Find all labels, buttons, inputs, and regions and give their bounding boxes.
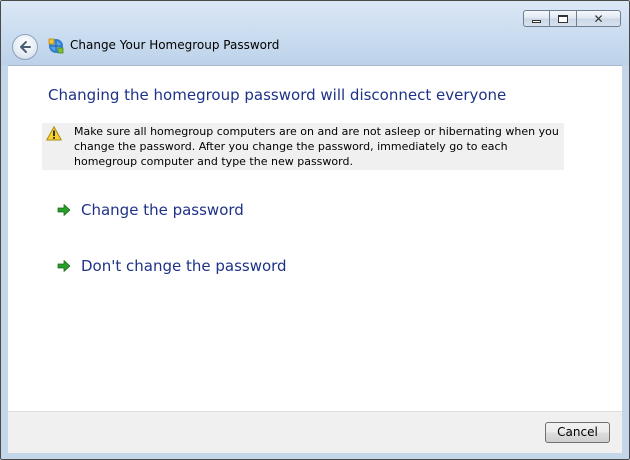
content-area: Changing the homegroup password will dis… (8, 65, 622, 412)
green-arrow-icon (57, 204, 71, 216)
homegroup-icon (48, 38, 64, 54)
dialog-footer: Cancel (8, 411, 622, 453)
dialog-window: ✕ Change Your Homegroup Password Changin… (0, 0, 630, 460)
maximize-icon (558, 14, 568, 23)
minimize-icon (532, 19, 541, 23)
dont-change-password-link[interactable]: Don't change the password (56, 257, 287, 275)
caption-buttons: ✕ (523, 10, 621, 27)
cancel-button[interactable]: Cancel (545, 422, 610, 443)
back-button[interactable] (12, 34, 38, 60)
dont-change-password-label[interactable]: Don't change the password (81, 257, 287, 275)
close-button[interactable]: ✕ (576, 10, 621, 27)
back-arrow-icon (20, 41, 31, 53)
close-icon: ✕ (593, 11, 604, 26)
page-heading: Changing the homegroup password will dis… (48, 86, 507, 104)
maximize-button[interactable] (550, 10, 576, 27)
minimize-button[interactable] (523, 10, 550, 27)
warning-message: Make sure all homegroup computers are on… (42, 123, 564, 170)
change-password-link[interactable]: Change the password (56, 201, 244, 219)
warning-icon (46, 126, 62, 141)
green-arrow-icon (57, 260, 71, 272)
window-title: Change Your Homegroup Password (70, 38, 280, 52)
change-password-label[interactable]: Change the password (81, 201, 244, 219)
warning-text: Make sure all homegroup computers are on… (74, 125, 559, 168)
